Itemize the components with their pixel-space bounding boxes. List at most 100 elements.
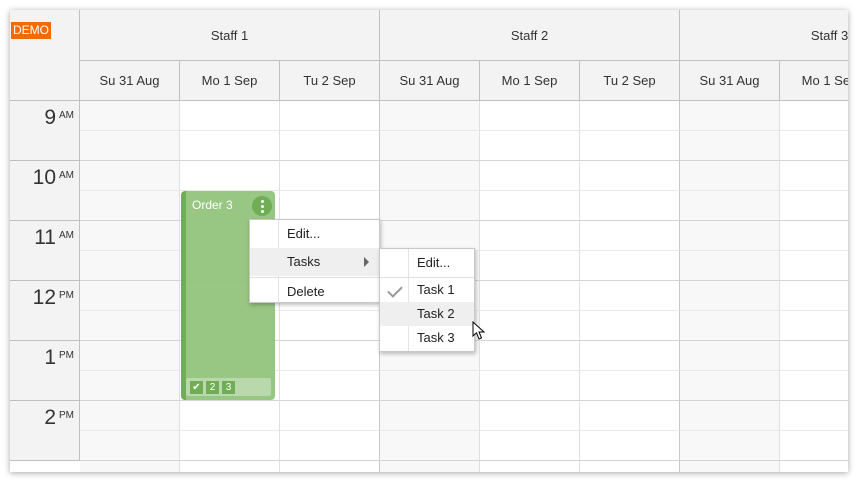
grid-cell[interactable] [380,371,480,401]
grid-cell[interactable] [480,371,580,401]
submenu-item-task-3[interactable]: Task 3 [380,326,474,350]
grid-cell[interactable] [280,131,380,161]
grid-cell[interactable] [780,251,848,281]
grid-cell[interactable] [780,101,848,131]
grid-cell[interactable] [780,431,848,461]
grid-cell[interactable] [80,131,180,161]
grid-cell[interactable] [180,161,280,191]
grid-cell[interactable] [80,341,180,371]
grid-cell[interactable] [480,101,580,131]
grid-cell[interactable] [280,371,380,401]
grid-cell[interactable] [580,461,680,472]
grid-cell[interactable] [280,341,380,371]
grid-cell[interactable] [780,311,848,341]
grid-cell[interactable] [180,461,280,472]
grid-cell[interactable] [580,191,680,221]
submenu-item-edit[interactable]: Edit... [380,249,474,277]
grid-cell[interactable] [380,461,480,472]
grid-cell[interactable] [180,131,280,161]
grid-cell[interactable] [180,431,280,461]
grid-cell[interactable] [580,131,680,161]
grid-cell[interactable] [80,401,180,431]
grid-cell[interactable] [480,221,580,251]
grid-cell[interactable] [80,461,180,472]
grid-cell[interactable] [680,431,780,461]
grid-cell[interactable] [380,101,480,131]
grid-cell[interactable] [580,101,680,131]
task-checkbox[interactable]: 3 [222,381,235,394]
event-menu-icon[interactable] [252,196,272,216]
submenu-item-task-1[interactable]: Task 1 [380,278,474,302]
grid-cell[interactable] [680,221,780,251]
grid-cell[interactable] [380,431,480,461]
grid-cell[interactable] [80,251,180,281]
grid-cell[interactable] [80,101,180,131]
grid-cell[interactable] [280,461,380,472]
grid-cell[interactable] [180,101,280,131]
grid-cell[interactable] [780,371,848,401]
grid-cell[interactable] [680,161,780,191]
grid-cell[interactable] [680,101,780,131]
menu-item-delete[interactable]: Delete [250,278,379,306]
grid-cell[interactable] [380,161,480,191]
grid-cell[interactable] [780,191,848,221]
grid-cell[interactable] [380,191,480,221]
task-checkbox[interactable]: 2 [206,381,219,394]
grid-cell[interactable] [480,401,580,431]
grid-cell[interactable] [580,221,680,251]
grid-cell[interactable] [480,341,580,371]
grid-cell[interactable] [680,341,780,371]
grid-cell[interactable] [580,281,680,311]
grid-cell[interactable] [580,251,680,281]
grid-cell[interactable] [380,401,480,431]
grid-cell[interactable] [580,311,680,341]
task-checkbox-checked[interactable]: ✔ [190,381,203,394]
grid-cell[interactable] [280,311,380,341]
submenu-item-task-2[interactable]: Task 2 [380,302,474,326]
grid-cell[interactable] [580,401,680,431]
grid-cell[interactable] [80,311,180,341]
grid-cell[interactable] [380,131,480,161]
grid-cell[interactable] [680,401,780,431]
grid-cell[interactable] [780,341,848,371]
grid-cell[interactable] [680,191,780,221]
grid-cell[interactable] [280,191,380,221]
grid-cell[interactable] [680,311,780,341]
grid-cell[interactable] [280,401,380,431]
grid-cell[interactable] [480,431,580,461]
grid-cell[interactable] [280,101,380,131]
grid-cell[interactable] [480,311,580,341]
grid-cell[interactable] [580,431,680,461]
grid-cell[interactable] [680,461,780,472]
grid-cell[interactable] [80,221,180,251]
menu-item-edit[interactable]: Edit... [250,220,379,248]
menu-item-tasks[interactable]: Tasks [250,248,379,276]
grid-cell[interactable] [480,131,580,161]
grid-cell[interactable] [580,371,680,401]
grid-cell[interactable] [680,371,780,401]
grid-cell[interactable] [780,161,848,191]
grid-cell[interactable] [780,401,848,431]
grid-cell[interactable] [80,161,180,191]
grid-cell[interactable] [80,191,180,221]
grid-cell[interactable] [280,431,380,461]
grid-cell[interactable] [180,401,280,431]
grid-cell[interactable] [480,251,580,281]
grid-cell[interactable] [680,131,780,161]
grid-cell[interactable] [680,251,780,281]
grid-cell[interactable] [380,221,480,251]
grid-cell[interactable] [780,221,848,251]
grid-cell[interactable] [80,281,180,311]
grid-cell[interactable] [680,281,780,311]
grid-cell[interactable] [780,131,848,161]
grid-cell[interactable] [480,281,580,311]
grid-cell[interactable] [780,461,848,472]
grid-cell[interactable] [80,371,180,401]
grid-cell[interactable] [480,461,580,472]
grid-cell[interactable] [780,281,848,311]
grid-cell[interactable] [80,431,180,461]
grid-cell[interactable] [580,161,680,191]
grid-cell[interactable] [280,161,380,191]
grid-cell[interactable] [480,161,580,191]
grid-cell[interactable] [580,341,680,371]
